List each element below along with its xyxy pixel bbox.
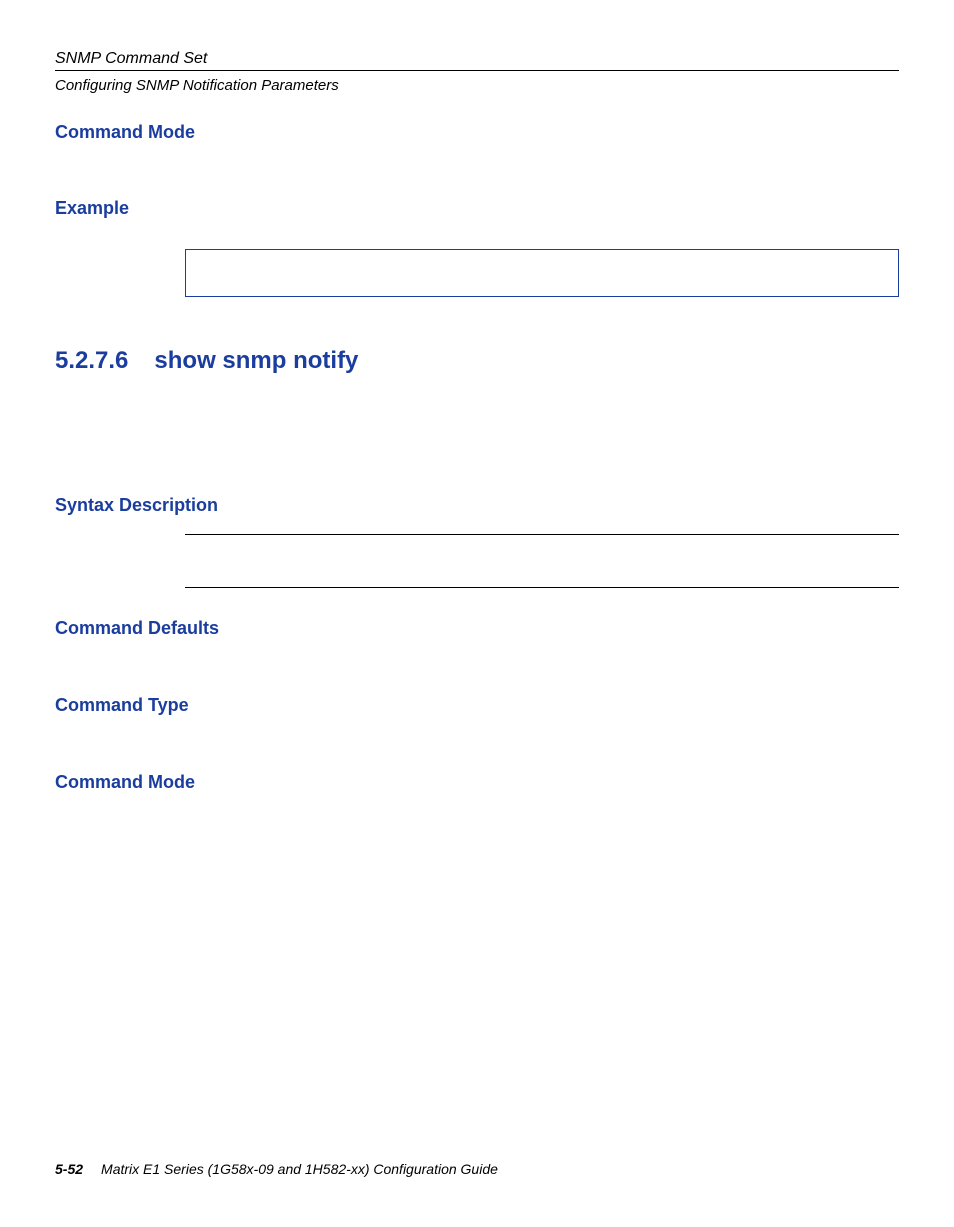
footer-book-title: Matrix E1 Series (1G58x-09 and 1H582-xx)… — [101, 1161, 498, 1177]
section-number: 5.2.7.6 — [55, 347, 128, 375]
running-header-subtitle: Configuring SNMP Notification Parameters — [55, 77, 899, 94]
heading-main-section: 5.2.7.6 show snmp notify — [55, 347, 899, 375]
syntax-rule-bottom — [185, 587, 899, 588]
section-title: show snmp notify — [154, 347, 358, 374]
syntax-rule-top — [185, 534, 899, 535]
example-code-box — [185, 249, 899, 297]
heading-command-defaults: Command Defaults — [55, 618, 899, 639]
running-header-title: SNMP Command Set — [55, 50, 899, 68]
footer-page-number: 5-52 — [55, 1161, 83, 1177]
heading-example: Example — [55, 198, 899, 219]
heading-command-mode-top: Command Mode — [55, 122, 899, 143]
heading-command-mode-bottom: Command Mode — [55, 772, 899, 793]
header-rule — [55, 70, 899, 71]
page-footer: 5-52 Matrix E1 Series (1G58x-09 and 1H582… — [55, 1161, 498, 1177]
heading-syntax-description: Syntax Description — [55, 495, 899, 516]
heading-command-type: Command Type — [55, 695, 899, 716]
